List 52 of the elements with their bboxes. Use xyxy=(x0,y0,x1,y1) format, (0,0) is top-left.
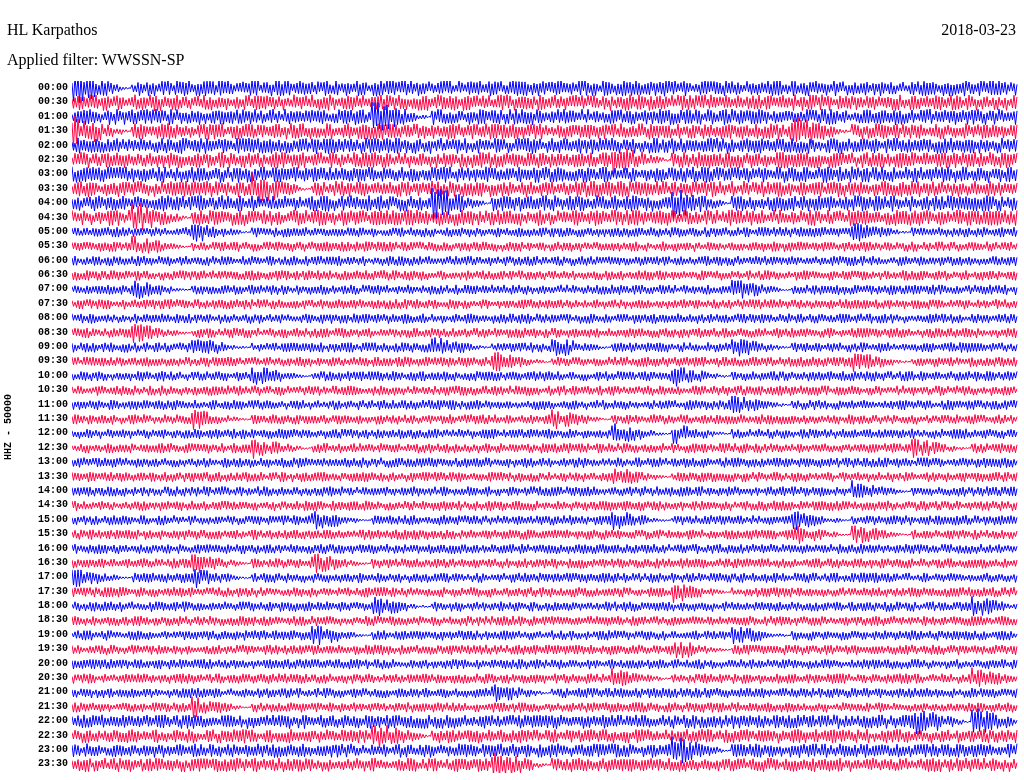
channel-axis-label: HHZ - 50000 xyxy=(2,394,14,460)
time-label: 04:30 xyxy=(38,210,68,225)
time-label: 01:30 xyxy=(38,124,68,139)
time-label: 00:00 xyxy=(38,81,68,95)
time-label: 12:30 xyxy=(38,440,68,455)
time-label: 13:30 xyxy=(38,469,68,484)
time-label: 22:30 xyxy=(38,728,68,743)
time-label: 17:30 xyxy=(38,584,68,599)
time-label: 18:00 xyxy=(38,599,68,614)
filter-label: Applied filter: WWSSN-SP xyxy=(7,50,186,70)
time-label: 03:00 xyxy=(38,167,68,182)
time-label: 19:30 xyxy=(38,642,68,657)
time-label: 09:30 xyxy=(38,354,68,369)
time-label: 01:00 xyxy=(38,109,68,124)
time-label: 08:30 xyxy=(38,325,68,340)
station-title: HL Karpathos xyxy=(7,20,99,40)
time-label: 10:30 xyxy=(38,383,68,398)
time-label: 06:30 xyxy=(38,268,68,283)
time-label: 07:30 xyxy=(38,296,68,311)
time-label: 12:00 xyxy=(38,426,68,441)
time-label: 09:00 xyxy=(38,340,68,355)
time-label: 17:00 xyxy=(38,570,68,585)
time-label: 15:00 xyxy=(38,512,68,527)
time-label: 18:30 xyxy=(38,613,68,628)
time-label: 16:30 xyxy=(38,555,68,570)
time-label: 03:30 xyxy=(38,181,68,196)
time-label: 16:00 xyxy=(38,541,68,556)
time-label: 23:30 xyxy=(38,757,68,772)
time-label: 20:00 xyxy=(38,656,68,671)
time-label: 02:00 xyxy=(38,138,68,153)
time-label: 22:00 xyxy=(38,714,68,729)
time-label: 23:00 xyxy=(38,742,68,757)
time-label: 19:00 xyxy=(38,627,68,642)
time-label: 02:30 xyxy=(38,152,68,167)
time-label: 05:00 xyxy=(38,224,68,239)
time-label: 21:00 xyxy=(38,685,68,700)
time-label: 10:00 xyxy=(38,368,68,383)
time-label: 15:30 xyxy=(38,527,68,542)
time-label: 20:30 xyxy=(38,671,68,685)
time-label: 07:00 xyxy=(38,282,68,297)
time-label: 21:30 xyxy=(38,699,68,714)
time-label: 05:30 xyxy=(38,239,68,254)
time-label: 08:00 xyxy=(38,311,68,326)
time-label: 06:00 xyxy=(38,253,68,268)
time-label: 11:30 xyxy=(38,412,68,426)
time-label: 14:00 xyxy=(38,483,68,498)
date-label: 2018-03-23 xyxy=(941,20,1016,40)
time-label: 04:00 xyxy=(38,196,68,211)
time-label: 00:30 xyxy=(38,95,68,110)
time-label: 11:00 xyxy=(38,397,68,412)
time-label: 13:00 xyxy=(38,455,68,470)
time-label: 14:30 xyxy=(38,498,68,513)
